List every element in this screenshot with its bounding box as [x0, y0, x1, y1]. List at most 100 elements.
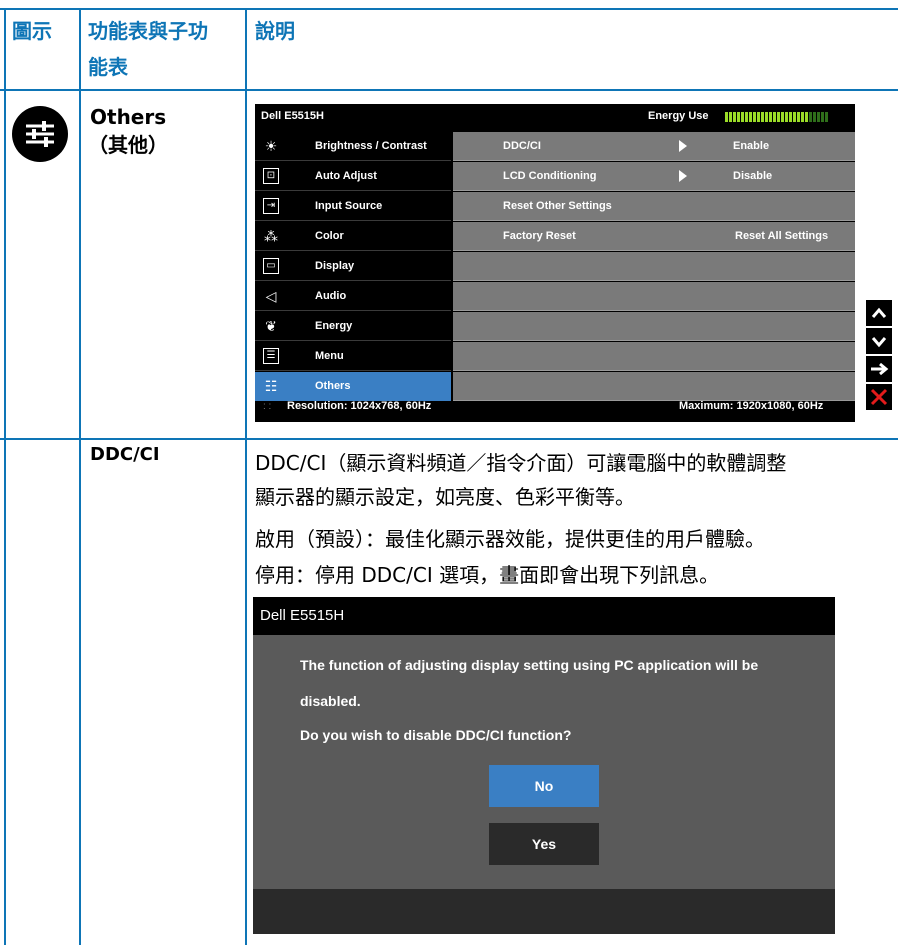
down-icon[interactable]	[866, 328, 892, 354]
header-menu-col-line2: 能表	[88, 55, 128, 79]
maximum-resolution-text: Maximum: 1920x1080, 60Hz	[679, 400, 824, 412]
energy-meter-segment	[781, 112, 784, 122]
osd-submenu-row	[453, 252, 855, 281]
osd-menu-item[interactable]: ⇥ Input Source	[255, 192, 451, 221]
ddcci-desc-line3: 啟用（預設）：最佳化顯示器效能，提供更佳的用戶體驗。	[255, 527, 765, 551]
osd-menu-item[interactable]: ❦ Energy	[255, 312, 451, 341]
energy-meter-segment	[745, 112, 748, 122]
osd-menu-item[interactable]: ⁂ Color	[255, 222, 451, 251]
row-divider	[0, 438, 898, 440]
brightness-icon: ☀	[264, 138, 278, 154]
menu-icon: ☰	[263, 348, 279, 364]
close-icon[interactable]	[866, 384, 892, 410]
osd-submenu-row	[453, 282, 855, 311]
ddcci-desc-line2: 顯示器的顯示設定，如亮度、色彩平衡等。	[255, 485, 635, 509]
osd-submenu-row	[453, 312, 855, 341]
energy-meter-segment	[753, 112, 756, 122]
up-icon[interactable]	[866, 300, 892, 326]
energy-meter-segment	[773, 112, 776, 122]
audio-icon: ◁	[265, 288, 277, 304]
auto-adjust-icon: ⊡	[263, 168, 279, 184]
table-top-border	[0, 8, 898, 10]
energy-meter-segment	[813, 112, 816, 122]
right-arrow-icon	[679, 170, 687, 182]
dialog-question: Do you wish to disable DDC/CI function?	[300, 727, 572, 743]
energy-meter-segment	[729, 112, 732, 122]
enter-icon[interactable]	[866, 356, 892, 382]
others-menu-name: Others	[90, 105, 167, 129]
osd-submenu-value: Disable	[733, 170, 773, 182]
input-source-icon: ⇥	[263, 198, 279, 214]
energy-meter-segment	[761, 112, 764, 122]
osd-menu-item[interactable]: ⊡ Auto Adjust	[255, 162, 451, 191]
osd-submenu-row[interactable]: Reset Other Settings	[453, 192, 855, 221]
footer-dots-icon: : :	[263, 401, 272, 412]
dialog-message-line1: The function of adjusting display settin…	[300, 657, 759, 673]
ddcci-desc-line4: 停用：停用 DDC/CI 選項，畫面即會出現下列訊息。	[255, 563, 720, 587]
energy-meter-segment	[805, 112, 808, 122]
energy-meter-segment	[825, 112, 828, 122]
color-icon: ⁂	[264, 228, 278, 244]
osd-menu-item[interactable]: ☀ Brightness / Contrast	[255, 132, 451, 161]
energy-use-meter	[725, 112, 828, 122]
header-desc-col: 說明	[255, 19, 295, 43]
osd-submenu-row	[453, 342, 855, 371]
osd-submenu-label: DDC/CI	[503, 140, 541, 152]
osd-submenu-label: Reset Other Settings	[503, 200, 612, 212]
energy-meter-segment	[733, 112, 736, 122]
energy-meter-segment	[785, 112, 788, 122]
energy-meter-segment	[749, 112, 752, 122]
resolution-text: Resolution: 1024x768, 60Hz	[287, 400, 432, 412]
osd-menu-item-label: Others	[315, 380, 351, 392]
osd-submenu-label: LCD Conditioning	[503, 170, 597, 182]
col-divider-2	[245, 8, 247, 945]
energy-icon: ❦	[265, 318, 277, 334]
energy-meter-segment	[757, 112, 760, 122]
dialog-title: Dell E5515H	[260, 607, 345, 624]
energy-use-label: Energy Use	[648, 110, 709, 122]
col-divider-1	[79, 8, 81, 945]
table-left-border	[4, 8, 6, 945]
energy-meter-segment	[793, 112, 796, 122]
energy-meter-segment	[801, 112, 804, 122]
osd-menu-item-label: Input Source	[315, 200, 383, 212]
energy-meter-segment	[741, 112, 744, 122]
osd-submenu: DDC/CI Enable LCD Conditioning Disable Reset…	[453, 132, 855, 402]
display-icon: ▭	[263, 258, 279, 274]
ddcci-menu-name: DDC/CI	[90, 444, 160, 465]
osd-menu: Dell E5515H Energy Use ☀ Brightness / Con…	[255, 104, 855, 422]
osd-menu-item-label: Energy	[315, 320, 353, 332]
energy-meter-segment	[789, 112, 792, 122]
right-arrow-icon	[679, 140, 687, 152]
energy-meter-segment	[765, 112, 768, 122]
ddcci-desc-line1: DDC/CI（顯示資料頻道／指令介面）可讓電腦中的軟體調整	[255, 451, 787, 475]
osd-submenu-row[interactable]: DDC/CI Enable	[453, 132, 855, 161]
osd-submenu-row[interactable]: Factory Reset Reset All Settings	[453, 222, 855, 251]
osd-menu-item[interactable]: ☰ Menu	[255, 342, 451, 371]
osd-menu-item-label: Display	[315, 260, 355, 272]
osd-submenu-row[interactable]: LCD Conditioning Disable	[453, 162, 855, 191]
header-icon-col: 圖示	[12, 19, 52, 43]
osd-menu-item[interactable]: ◁ Audio	[255, 282, 451, 311]
header-menu-col-line1: 功能表與子功	[88, 19, 208, 43]
energy-meter-segment	[817, 112, 820, 122]
osd-menu-item-label: Menu	[315, 350, 344, 362]
energy-meter-segment	[809, 112, 812, 122]
yes-button[interactable]: Yes	[489, 823, 599, 865]
energy-meter-segment	[797, 112, 800, 122]
energy-meter-segment	[777, 112, 780, 122]
dialog-bottom-bar	[253, 889, 835, 934]
others-icon: ☷	[264, 378, 278, 394]
energy-meter-segment	[821, 112, 824, 122]
energy-meter-segment	[737, 112, 740, 122]
osd-submenu-value: Enable	[733, 140, 770, 152]
ddcci-disable-dialog: Dell E5515H The function of adjusting di…	[253, 597, 835, 934]
dialog-title-bar: Dell E5515H	[253, 597, 835, 635]
header-bottom-border	[0, 89, 898, 91]
osd-menu-item[interactable]: ☷ Others	[255, 372, 451, 401]
no-button[interactable]: No	[489, 765, 599, 807]
osd-menu-item[interactable]: ▭ Display	[255, 252, 451, 281]
others-round-icon	[12, 106, 68, 162]
osd-submenu-value: Reset All Settings	[735, 230, 829, 242]
osd-menu-item-label: Auto Adjust	[315, 170, 377, 182]
